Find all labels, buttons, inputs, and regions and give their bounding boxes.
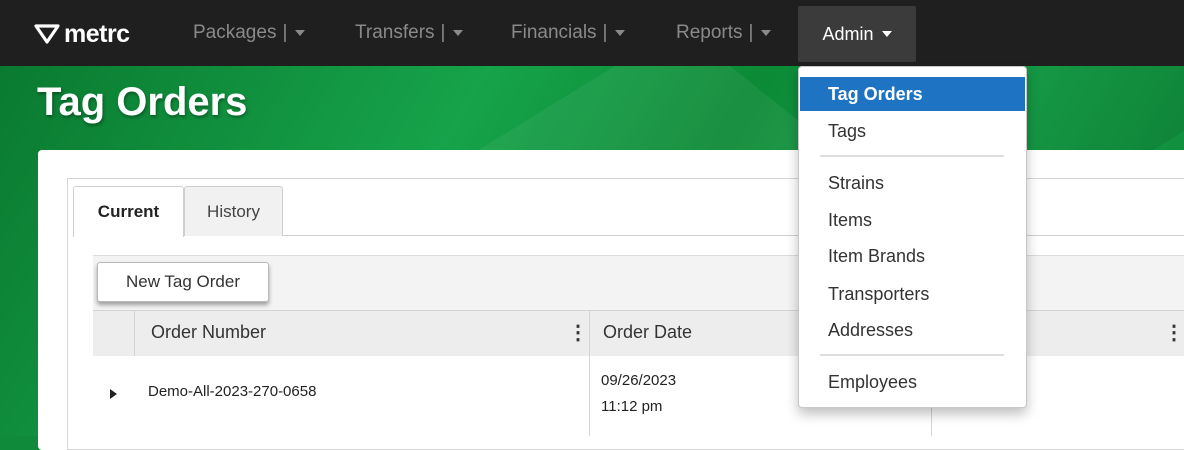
menu-item-tags[interactable]: Tags [800, 114, 1025, 148]
tab-current[interactable]: Current [73, 186, 184, 237]
order-number-cell: Demo-All-2023-270-0658 [148, 383, 317, 400]
expand-row-icon[interactable] [110, 389, 117, 399]
menu-item-item-brands[interactable]: Item Brands [800, 239, 1025, 273]
nav-packages[interactable]: Packages | [193, 0, 306, 66]
nav-packages-label: Packages [193, 22, 277, 43]
column-header-order-date[interactable]: Order Date [603, 322, 692, 343]
nav-separator: | [282, 22, 288, 43]
nav-financials-label: Financials [511, 22, 597, 43]
chevron-down-icon[interactable] [761, 30, 772, 36]
column-divider[interactable] [589, 310, 590, 436]
order-time-cell: 11:12 pm [601, 398, 663, 415]
nav-reports[interactable]: Reports | [676, 0, 772, 66]
menu-item-strains[interactable]: Strains [800, 166, 1025, 200]
page-title: Tag Orders [37, 80, 248, 124]
nav-admin[interactable]: Admin [798, 6, 916, 62]
menu-item-transporters[interactable]: Transporters [800, 277, 1025, 311]
column-header-order-number[interactable]: Order Number [151, 322, 266, 343]
chevron-down-icon [881, 31, 892, 37]
nav-admin-label: Admin [822, 23, 874, 44]
nav-reports-label: Reports [676, 22, 743, 43]
nav-transfers[interactable]: Transfers | [355, 0, 464, 66]
menu-item-addresses[interactable]: Addresses [800, 313, 1025, 347]
chevron-down-icon[interactable] [615, 30, 626, 36]
tab-history[interactable]: History [184, 186, 283, 236]
menu-divider [820, 354, 1004, 356]
menu-item-employees[interactable]: Employees [800, 365, 1025, 399]
nav-separator: | [748, 22, 754, 43]
column-menu-icon[interactable]: ⋮ [1164, 320, 1184, 345]
menu-divider [820, 155, 1004, 157]
nav-transfers-label: Transfers [355, 22, 435, 43]
column-menu-icon[interactable]: ⋮ [568, 320, 588, 345]
brand-name: metrc [64, 19, 130, 48]
top-navbar: metrc Packages | Transfers | Financials … [0, 0, 1184, 66]
order-date-cell: 09/26/2023 [601, 372, 677, 389]
brand-logo[interactable]: metrc [34, 18, 130, 50]
admin-dropdown-menu: Tag Orders Tags Strains Items Item Brand… [798, 66, 1027, 408]
menu-item-items[interactable]: Items [800, 203, 1025, 237]
menu-item-tag-orders[interactable]: Tag Orders [800, 77, 1025, 111]
new-tag-order-button[interactable]: New Tag Order [97, 262, 269, 302]
chevron-down-icon[interactable] [453, 30, 464, 36]
column-divider [134, 310, 135, 356]
nav-separator: | [440, 22, 446, 43]
nav-separator: | [602, 22, 608, 43]
metrc-v-logo-icon [34, 24, 60, 44]
nav-financials[interactable]: Financials | [511, 0, 626, 66]
chevron-down-icon[interactable] [295, 30, 306, 36]
